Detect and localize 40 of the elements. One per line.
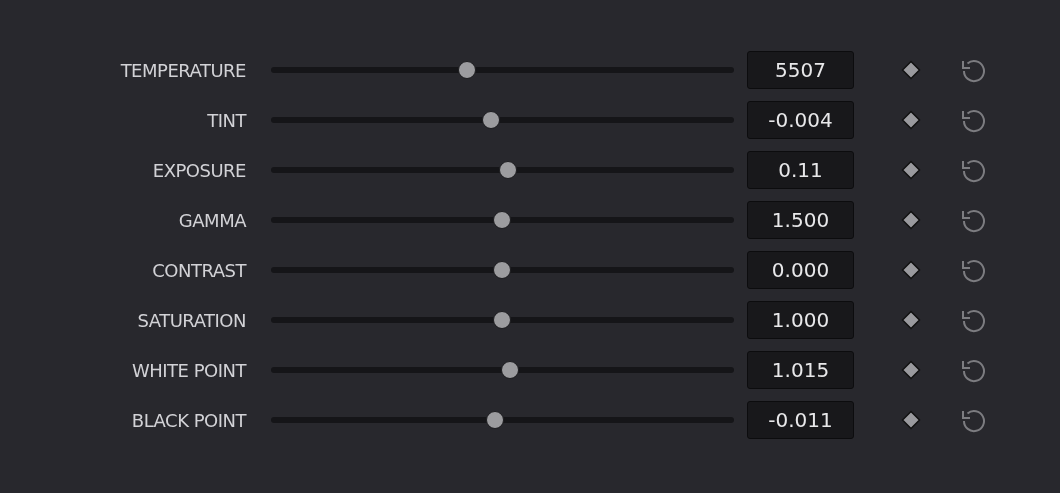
- slider[interactable]: [271, 411, 734, 429]
- slider[interactable]: [271, 111, 734, 129]
- keyframe-diamond-icon[interactable]: [901, 410, 921, 430]
- keyframe-diamond-icon[interactable]: [901, 110, 921, 130]
- slider-label: SATURATION: [136, 309, 246, 331]
- slider-label: EXPOSURE: [151, 159, 246, 181]
- slider[interactable]: [271, 311, 734, 329]
- keyframe-diamond-icon[interactable]: [901, 360, 921, 380]
- value-field[interactable]: 0.11: [747, 151, 854, 189]
- value-field[interactable]: -0.011: [747, 401, 854, 439]
- slider-thumb[interactable]: [500, 361, 519, 379]
- value-field[interactable]: -0.004: [747, 101, 854, 139]
- keyframe-diamond-icon[interactable]: [901, 310, 921, 330]
- slider[interactable]: [271, 261, 734, 279]
- value-field[interactable]: 1.500: [747, 201, 854, 239]
- slider-thumb[interactable]: [481, 111, 500, 129]
- value-field[interactable]: 1.015: [747, 351, 854, 389]
- slider-thumb[interactable]: [493, 211, 512, 229]
- slider-label: CONTRAST: [151, 259, 246, 281]
- slider-label: BLACK POINT: [130, 409, 246, 431]
- slider-label: TEMPERATURE: [119, 59, 246, 81]
- slider-label: WHITE POINT: [130, 359, 246, 381]
- value-field[interactable]: 5507: [747, 51, 854, 89]
- slider[interactable]: [271, 161, 734, 179]
- slider[interactable]: [271, 61, 734, 79]
- value-field[interactable]: 1.000: [747, 301, 854, 339]
- slider-thumb[interactable]: [499, 161, 518, 179]
- slider-thumb[interactable]: [457, 61, 476, 79]
- slider-thumb[interactable]: [493, 311, 512, 329]
- slider-label: GAMMA: [177, 209, 246, 231]
- keyframe-diamond-icon[interactable]: [901, 60, 921, 80]
- slider-thumb[interactable]: [493, 261, 512, 279]
- slider[interactable]: [271, 361, 734, 379]
- keyframe-diamond-icon[interactable]: [901, 160, 921, 180]
- slider-thumb[interactable]: [486, 411, 505, 429]
- keyframe-diamond-icon[interactable]: [901, 210, 921, 230]
- keyframe-diamond-icon[interactable]: [901, 260, 921, 280]
- slider[interactable]: [271, 211, 734, 229]
- value-field[interactable]: 0.000: [747, 251, 854, 289]
- slider-label: TINT: [206, 109, 246, 131]
